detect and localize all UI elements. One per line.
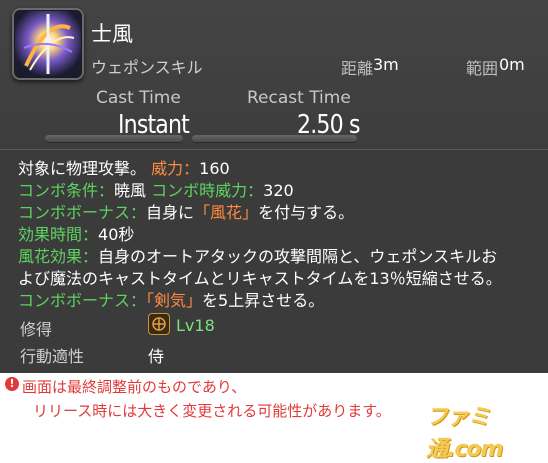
status-name: 「風花」 xyxy=(194,203,259,222)
description-line: コンボボーナス：「剣気」を5上昇させる。 xyxy=(18,290,538,312)
description-line: 効果時間：40秒 xyxy=(18,224,538,246)
separator: ： xyxy=(82,247,99,266)
affinity-label: 行動適性 xyxy=(20,347,85,366)
description-line: コンボボーナス：自身に「風花」を付与する。 xyxy=(18,202,538,224)
duration-value: 40秒 xyxy=(98,225,135,244)
description-text: 自身に xyxy=(146,203,195,222)
skill-tooltip: 士風 ウェポンスキル 距離 3m 範囲 0m Cast Time Recast … xyxy=(0,0,548,373)
combo-potency-value: 320 xyxy=(263,181,294,200)
watermark-logo: ファミ通.com xyxy=(426,405,503,462)
job-name: 侍 xyxy=(148,347,165,366)
description-text: よび魔法のキャストタイムとリキャストタイムを13％短縮させる。 xyxy=(18,269,502,288)
required-level: Lv18 xyxy=(176,316,215,335)
combo-condition-value: 暁風 xyxy=(114,181,147,200)
notice-line: 画面は最終調整前のものであり、 xyxy=(22,378,247,396)
description-line: よび魔法のキャストタイムとリキャストタイムを13％短縮させる。 xyxy=(18,268,538,290)
distance-value: 3m xyxy=(373,55,399,74)
shifu-skill-icon xyxy=(12,8,84,80)
description-line: コンボ条件：暁風 コンボ時威力：320 xyxy=(18,180,538,202)
description-line: 対象に物理攻撃。 威力：160 xyxy=(18,158,538,180)
duration-label: 効果時間 xyxy=(18,225,83,244)
skill-description: 対象に物理攻撃。 威力：160 コンボ条件：暁風 コンボ時威力：320 コンボボ… xyxy=(18,158,538,312)
effect-label: 風花効果 xyxy=(18,247,83,266)
potency-value: 160 xyxy=(199,159,230,178)
cast-time-label: Cast Time xyxy=(96,88,181,108)
combo-potency-label: コンボ時威力 xyxy=(151,181,248,200)
separator: ： xyxy=(183,159,200,178)
recast-time-label: Recast Time xyxy=(247,88,351,108)
combo-condition-label: コンボ条件 xyxy=(18,181,99,200)
separator: ： xyxy=(130,203,147,222)
notice-banner: ! 画面は最終調整前のものであり、 リリース時には大きく変更される可能性がありま… xyxy=(0,373,548,462)
samurai-class-icon xyxy=(148,313,170,335)
cast-time-bar xyxy=(45,135,183,142)
combo-bonus-label: コンボボーナス xyxy=(18,291,131,310)
warning-icon: ! xyxy=(5,377,19,391)
status-name: 「剣気」 xyxy=(146,291,203,310)
skill-type: ウェポンスキル xyxy=(91,58,203,77)
separator: ： xyxy=(98,181,115,200)
skill-name: 士風 xyxy=(91,22,133,46)
description-text: を付与する。 xyxy=(258,203,355,222)
potency-label: 威力 xyxy=(151,159,184,178)
separator: ： xyxy=(247,181,264,200)
description-line: 風花効果：自身のオートアタックの攻撃間隔と、ウェポンスキルお xyxy=(18,246,538,268)
range-label: 範囲 xyxy=(466,59,499,78)
separator: ： xyxy=(130,291,147,310)
distance-label: 距離 xyxy=(341,59,374,78)
combo-bonus-label: コンボボーナス xyxy=(18,203,131,222)
recast-time-bar xyxy=(192,135,357,142)
acquire-label: 修得 xyxy=(20,320,53,339)
description-text: 自身のオートアタックの攻撃間隔と、ウェポンスキルお xyxy=(98,247,498,266)
description-text: 対象に物理攻撃。 xyxy=(18,159,147,178)
range-value: 0m xyxy=(499,55,525,74)
separator: ： xyxy=(82,225,99,244)
notice-line: リリース時には大きく変更される可能性があります。 xyxy=(33,402,391,420)
description-text: を5上昇させる。 xyxy=(202,291,325,310)
